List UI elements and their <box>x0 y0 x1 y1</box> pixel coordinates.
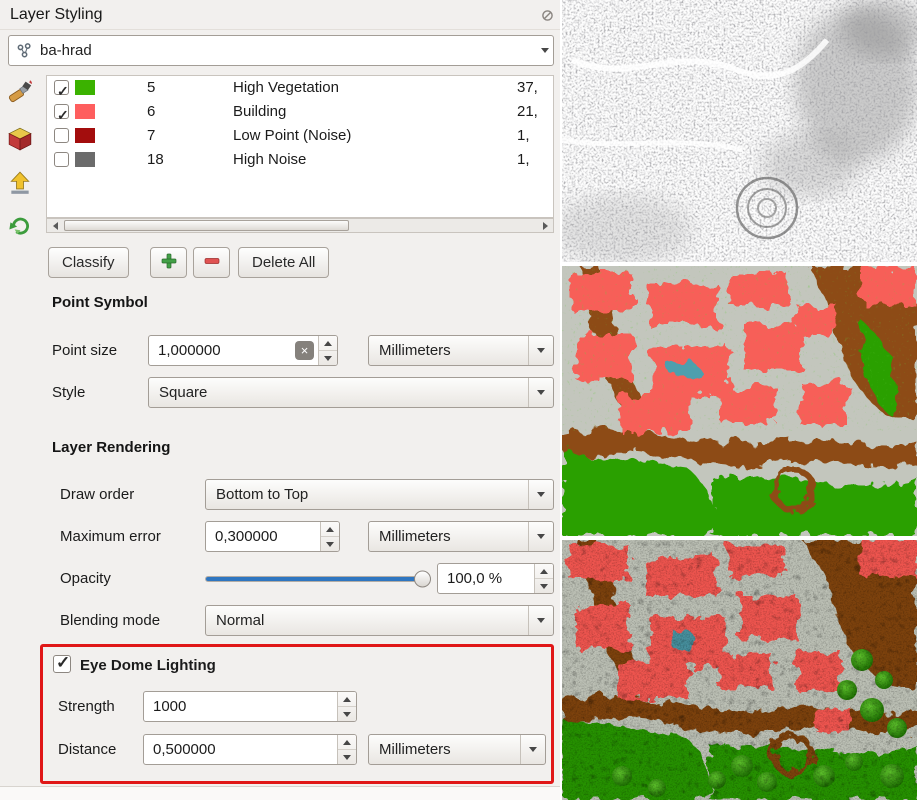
spin-up-icon[interactable] <box>319 336 337 351</box>
opacity-value-input[interactable]: 100,0 % <box>437 563 554 594</box>
add-class-button[interactable] <box>150 247 187 278</box>
class-value: 7 <box>147 124 191 148</box>
class-label: Building <box>233 100 286 124</box>
spin-down-icon[interactable] <box>535 579 553 593</box>
spin-down-icon[interactable] <box>338 707 356 721</box>
table-horizontal-scrollbar[interactable] <box>46 218 554 233</box>
panel-titlebar: Layer Styling <box>0 0 560 30</box>
strength-label: Strength <box>58 691 115 722</box>
layer-styling-panel: Layer Styling ba-hrad <box>0 0 560 800</box>
spin-down-icon[interactable] <box>321 537 339 551</box>
opacity-label: Opacity <box>60 563 111 594</box>
clear-backspace-icon[interactable] <box>295 341 314 360</box>
spin-up-icon[interactable] <box>338 735 356 750</box>
app-window: Layer Styling ba-hrad <box>0 0 917 800</box>
classification-row[interactable]: 18 High Noise 1, <box>47 148 553 172</box>
class-count: 21, <box>517 100 551 124</box>
class-visibility-checkbox[interactable] <box>54 128 69 143</box>
class-visibility-checkbox[interactable] <box>54 152 69 167</box>
classification-edl-preview <box>562 540 917 800</box>
scrollbar-thumb[interactable] <box>64 220 349 231</box>
chevron-down-icon <box>537 36 553 65</box>
class-color-swatch[interactable] <box>75 80 95 95</box>
point-size-input[interactable]: 1,000000 <box>148 335 338 366</box>
eye-dome-lighting-checkbox[interactable] <box>53 655 71 673</box>
opacity-slider-fill <box>206 577 428 581</box>
history-arrows-icon <box>7 212 33 242</box>
classification-table: 5 High Vegetation 37, 6 Building 21, 7 L… <box>46 75 554 218</box>
point-cloud-sketch-preview <box>562 0 917 262</box>
classification-row[interactable]: 7 Low Point (Noise) 1, <box>47 124 553 148</box>
classify-button[interactable]: Classify <box>48 247 129 278</box>
point-symbol-heading: Point Symbol <box>52 294 148 311</box>
draw-order-label: Draw order <box>60 479 134 510</box>
spin-down-icon[interactable] <box>319 351 337 365</box>
classification-row[interactable]: 5 High Vegetation 37, <box>47 76 553 100</box>
strength-input[interactable]: 1000 <box>143 691 357 722</box>
class-value: 6 <box>147 100 191 124</box>
blending-mode-select[interactable]: Normal <box>205 605 554 636</box>
class-visibility-checkbox[interactable] <box>54 104 69 119</box>
point-size-label: Point size <box>52 335 117 366</box>
spin-up-icon[interactable] <box>321 522 339 537</box>
blending-mode-label: Blending mode <box>60 605 160 636</box>
opacity-slider-handle[interactable] <box>414 570 431 587</box>
style-label: Style <box>52 377 85 408</box>
scroll-right-icon[interactable] <box>537 219 553 232</box>
panel-options-icon[interactable] <box>541 9 554 22</box>
class-color-swatch[interactable] <box>75 104 95 119</box>
toolbar-history-button[interactable] <box>3 210 37 244</box>
eye-dome-lighting-label: Eye Dome Lighting <box>80 650 216 681</box>
panel-title: Layer Styling <box>10 0 103 30</box>
class-label: Low Point (Noise) <box>233 124 351 148</box>
layer-name: ba-hrad <box>34 42 537 59</box>
spin-up-icon[interactable] <box>535 564 553 579</box>
distance-unit-select[interactable]: Millimeters <box>368 734 546 765</box>
minus-icon <box>203 252 221 274</box>
style-select[interactable]: Square <box>148 377 554 408</box>
classification-row[interactable]: 6 Building 21, <box>47 100 553 124</box>
toolbar-elevation-button[interactable] <box>3 168 37 202</box>
chevron-down-icon <box>528 480 553 509</box>
chevron-down-icon <box>528 606 553 635</box>
chevron-down-icon <box>528 522 553 551</box>
distance-label: Distance <box>58 734 116 765</box>
scroll-left-icon[interactable] <box>47 219 63 232</box>
plus-icon <box>160 252 178 274</box>
spin-down-icon[interactable] <box>338 750 356 764</box>
point-size-unit-select[interactable]: Millimeters <box>368 335 554 366</box>
class-label: High Noise <box>233 148 306 172</box>
class-count: 37, <box>517 76 551 100</box>
layer-select[interactable]: ba-hrad <box>8 35 554 66</box>
classification-flat-preview <box>562 266 917 536</box>
delete-all-button[interactable]: Delete All <box>238 247 329 278</box>
remove-class-button[interactable] <box>193 247 230 278</box>
maximum-error-unit-select[interactable]: Millimeters <box>368 521 554 552</box>
toolbar-3d-button[interactable] <box>3 124 37 158</box>
spin-up-icon[interactable] <box>338 692 356 707</box>
class-label: High Vegetation <box>233 76 339 100</box>
class-color-swatch[interactable] <box>75 152 95 167</box>
panel-bottom-strip <box>0 786 560 800</box>
class-color-swatch[interactable] <box>75 128 95 143</box>
cube-3d-icon <box>7 126 33 156</box>
maximum-error-label: Maximum error <box>60 521 161 552</box>
class-count: 1, <box>517 148 551 172</box>
class-value: 5 <box>147 76 191 100</box>
toolbar-symbology-button[interactable] <box>3 76 37 110</box>
class-visibility-checkbox[interactable] <box>54 80 69 95</box>
paintbrush-icon <box>7 78 34 109</box>
point-cloud-layer-icon <box>16 42 34 60</box>
opacity-slider[interactable] <box>205 563 429 594</box>
chevron-down-icon <box>528 336 553 365</box>
elevation-arrow-icon <box>7 170 33 200</box>
class-count: 1, <box>517 124 551 148</box>
chevron-down-icon <box>520 735 545 764</box>
layer-rendering-heading: Layer Rendering <box>52 439 170 456</box>
maximum-error-input[interactable]: 0,300000 <box>205 521 340 552</box>
draw-order-select[interactable]: Bottom to Top <box>205 479 554 510</box>
chevron-down-icon <box>528 378 553 407</box>
distance-input[interactable]: 0,500000 <box>143 734 357 765</box>
class-value: 18 <box>147 148 191 172</box>
